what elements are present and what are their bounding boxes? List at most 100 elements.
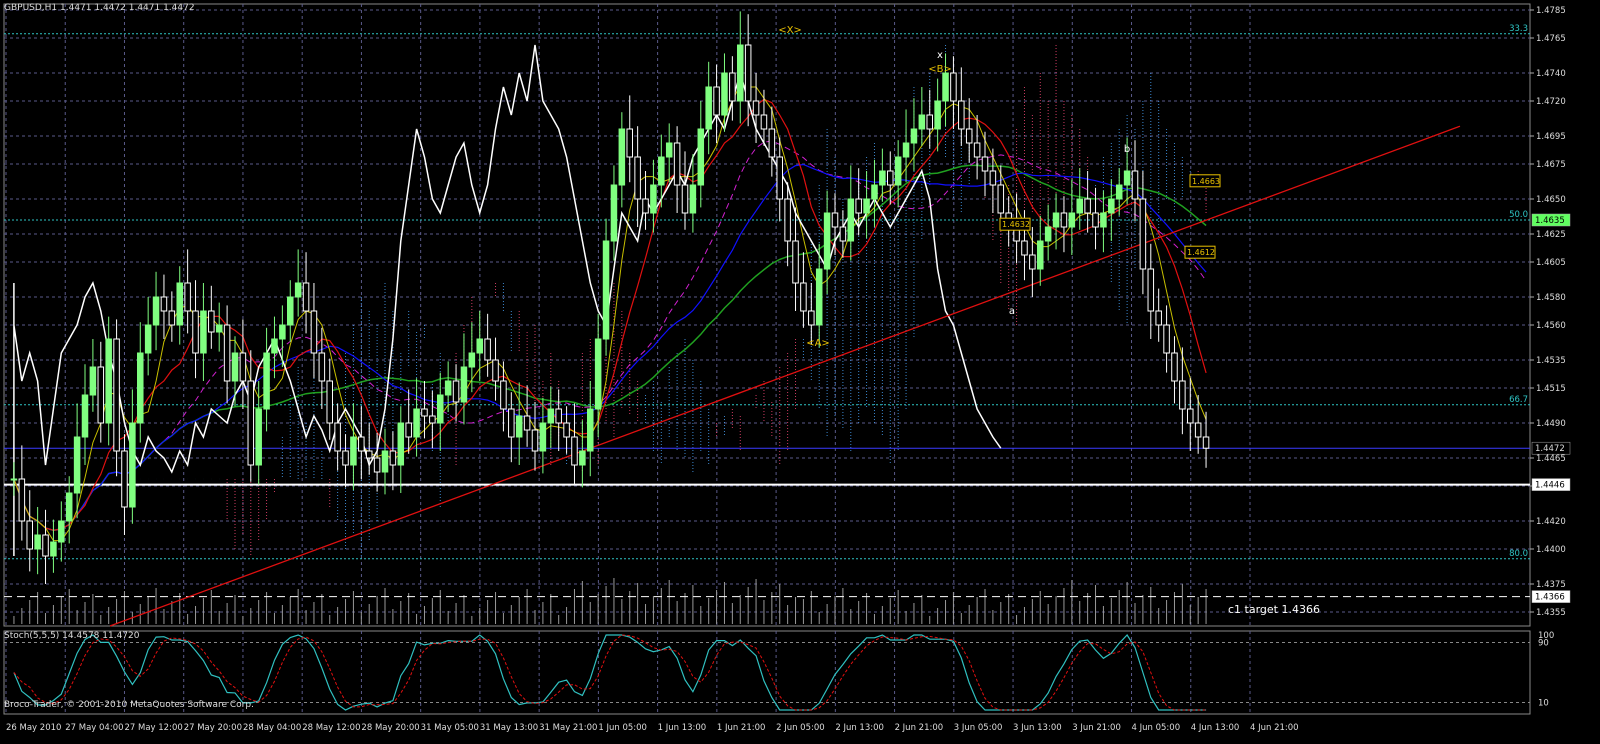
candle-body xyxy=(555,408,562,424)
candle-body xyxy=(287,296,294,326)
x-tick-label: 3 Jun 21:00 xyxy=(1072,723,1121,733)
candle-body xyxy=(934,100,941,130)
candle-body xyxy=(918,114,926,130)
candle-body xyxy=(294,282,302,298)
candle-body xyxy=(373,457,381,473)
candle-body xyxy=(460,366,468,403)
x-tick-label: 1 Jun 05:00 xyxy=(598,723,647,733)
candle-body xyxy=(1068,212,1076,228)
candle-body xyxy=(81,394,89,438)
wave-annotation: <A> xyxy=(806,338,830,349)
candle-body xyxy=(910,128,918,144)
candle-body xyxy=(389,450,397,466)
candle-body xyxy=(429,415,436,424)
candle-body xyxy=(1021,240,1028,256)
candle-body xyxy=(184,282,191,312)
candle-body xyxy=(1179,380,1186,410)
candle-body xyxy=(839,226,847,242)
fib-level-label: 33.3 xyxy=(1509,24,1528,34)
price-tag-label: 1.4635 xyxy=(1535,216,1565,226)
candle-body xyxy=(515,415,523,438)
y-tick-label: 1.4740 xyxy=(1536,69,1566,79)
fib-level-label: 50.0 xyxy=(1509,210,1528,220)
candle-body xyxy=(894,156,902,186)
candle-body xyxy=(523,415,531,431)
candle-body xyxy=(113,338,120,452)
wave-annotation: a xyxy=(1009,306,1015,317)
candle-body xyxy=(223,324,231,382)
candle-body xyxy=(484,338,491,361)
candle-body xyxy=(1123,170,1131,186)
price-box-label: 1.4632 xyxy=(1002,220,1030,229)
candle-body xyxy=(1139,198,1147,270)
candle-body xyxy=(200,310,207,354)
candle-body xyxy=(437,394,444,424)
y-tick-label: 1.4580 xyxy=(1536,293,1566,303)
candle-body xyxy=(610,184,618,242)
candle-body xyxy=(618,128,626,186)
x-tick-label: 31 May 05:00 xyxy=(421,723,479,733)
candle-body xyxy=(823,212,831,270)
stochastic-signal-line xyxy=(13,634,1207,711)
candle-body xyxy=(452,380,460,403)
candle-body xyxy=(1194,422,1202,438)
y-tick-label: 1.4675 xyxy=(1536,160,1566,170)
x-tick-label: 3 Jun 13:00 xyxy=(1013,723,1062,733)
candle-body xyxy=(689,184,697,214)
stochastic-title: Stoch(5,5,5) 14.4578 11.4720 xyxy=(4,631,140,641)
candle-body xyxy=(421,408,428,417)
x-tick-label: 2 Jun 05:00 xyxy=(776,723,825,733)
candle-body xyxy=(902,142,910,158)
candle-body xyxy=(176,282,183,326)
x-tick-label: 27 May 20:00 xyxy=(184,723,242,733)
x-tick-label: 1 Jun 21:00 xyxy=(717,723,766,733)
candle-body xyxy=(863,198,870,214)
x-tick-label: 2 Jun 21:00 xyxy=(895,723,944,733)
candle-body xyxy=(650,184,657,214)
candle-body xyxy=(65,492,73,522)
candle-body xyxy=(705,86,712,130)
candle-body xyxy=(744,44,752,102)
candle-body xyxy=(192,310,199,354)
candle-body xyxy=(1092,212,1099,228)
candle-body xyxy=(310,310,318,354)
candle-body xyxy=(263,352,270,410)
x-tick-label: 4 Jun 21:00 xyxy=(1250,723,1299,733)
x-tick-label: 3 Jun 05:00 xyxy=(954,723,1003,733)
candle-body xyxy=(594,338,602,410)
candle-body xyxy=(105,338,112,424)
price-tag-label: 1.4472 xyxy=(1535,444,1565,454)
candle-body xyxy=(973,142,981,158)
candle-body xyxy=(1084,198,1091,214)
candle-body xyxy=(397,422,405,466)
candle-body xyxy=(1115,184,1123,200)
x-tick-label: 28 May 20:00 xyxy=(361,723,419,733)
candle-body xyxy=(302,282,310,312)
y-tick-label: 1.4720 xyxy=(1536,97,1566,107)
y-tick-label: 1.4765 xyxy=(1536,34,1566,44)
candle-body xyxy=(1052,212,1060,228)
candle-body xyxy=(271,338,278,354)
candle-body xyxy=(587,408,594,452)
fib-level-label: 80.0 xyxy=(1509,549,1528,559)
candle-body xyxy=(1163,324,1170,354)
candle-body xyxy=(73,436,81,494)
wave-annotation: b xyxy=(1124,144,1130,155)
candle-body xyxy=(942,72,949,102)
candle-body xyxy=(137,352,144,424)
candle-body xyxy=(665,142,673,158)
candle-body xyxy=(1147,268,1155,312)
candle-body xyxy=(563,422,570,438)
candle-body xyxy=(168,310,176,326)
y-tick-label: 1.4420 xyxy=(1536,517,1566,527)
candle-body xyxy=(1037,240,1044,270)
candle-body xyxy=(808,310,815,326)
candle-body xyxy=(97,366,105,424)
candle-body xyxy=(381,450,389,473)
candle-body xyxy=(492,359,499,382)
candle-body xyxy=(1029,254,1036,270)
x-tick-label: 4 Jun 05:00 xyxy=(1132,723,1181,733)
price-tag-label: 1.4446 xyxy=(1535,481,1565,491)
candle-body xyxy=(318,352,326,382)
candle-body xyxy=(1100,212,1107,228)
